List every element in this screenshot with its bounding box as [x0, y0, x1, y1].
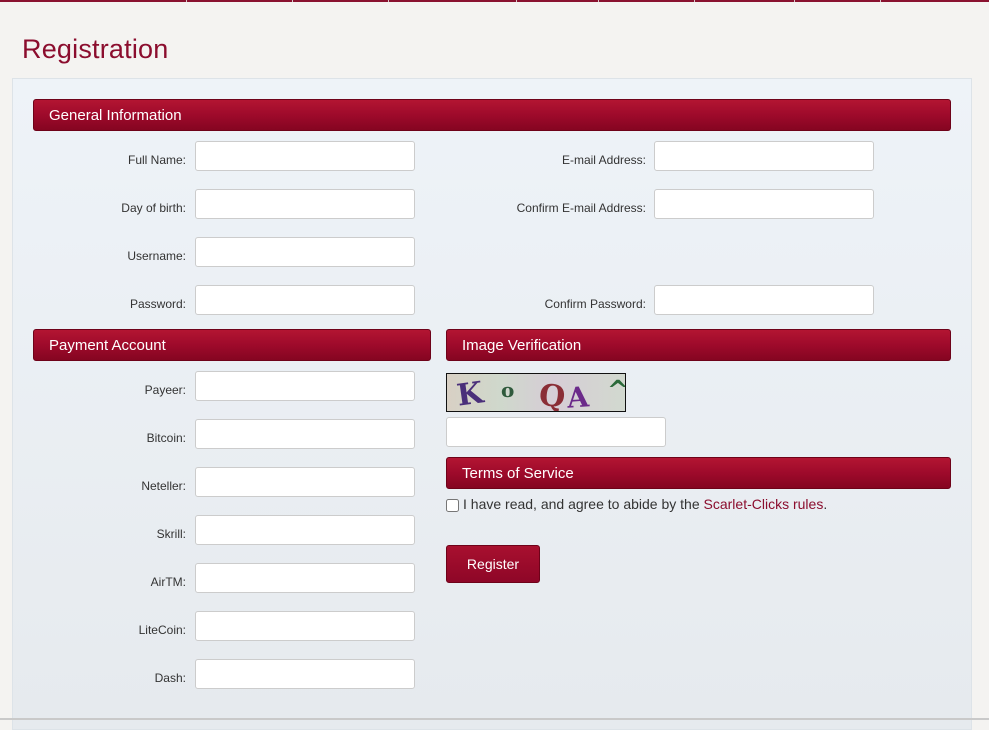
bitcoin-label: Bitcoin: [146, 431, 186, 445]
litecoin-label: LiteCoin: [138, 623, 186, 637]
captcha-char: K [454, 375, 486, 412]
captcha-char: o [501, 378, 515, 402]
day-of-birth-input[interactable] [195, 189, 415, 219]
dash-input[interactable] [195, 659, 415, 689]
username-label: Username: [127, 249, 186, 263]
payeer-label: Payeer: [144, 383, 186, 397]
password-label: Password: [129, 297, 186, 311]
agree-text: I have read, and agree to abide by the [463, 496, 700, 512]
skrill-input[interactable] [195, 515, 415, 545]
captcha-char: ^ [607, 376, 625, 406]
captcha-char: Q [537, 377, 567, 412]
password-input[interactable] [195, 285, 415, 315]
airtm-input[interactable] [195, 563, 415, 593]
captcha-input[interactable] [446, 417, 666, 447]
general-information-header: General Information [33, 99, 951, 131]
terms-agreement: I have read, and agree to abide by the S… [446, 496, 827, 512]
bitcoin-input[interactable] [195, 419, 415, 449]
airtm-label: AirTM: [150, 575, 186, 589]
top-accent-bar [0, 0, 989, 2]
full-name-input[interactable] [195, 141, 415, 171]
litecoin-input[interactable] [195, 611, 415, 641]
rules-link[interactable]: Scarlet-Clicks rules [704, 496, 824, 512]
agree-checkbox[interactable] [446, 498, 459, 512]
skrill-label: Skrill: [156, 527, 186, 541]
full-name-label: Full Name: [127, 153, 186, 167]
payeer-input[interactable] [195, 371, 415, 401]
confirm-email-input[interactable] [654, 189, 874, 219]
page-title: Registration [22, 34, 169, 64]
image-verification-header: Image Verification [446, 329, 951, 361]
email-input[interactable] [654, 141, 874, 171]
payment-account-header: Payment Account [33, 329, 431, 361]
day-of-birth-label: Day of birth: [121, 201, 186, 215]
agree-period: . [823, 496, 828, 512]
captcha-char: A [565, 380, 590, 412]
captcha-image: K o Q A ^ [446, 373, 626, 412]
register-button[interactable]: Register [446, 545, 540, 583]
confirm-email-label: Confirm E-mail Address: [516, 201, 646, 215]
neteller-label: Neteller: [141, 479, 186, 493]
neteller-input[interactable] [195, 467, 415, 497]
dash-label: Dash: [154, 671, 186, 685]
username-input[interactable] [195, 237, 415, 267]
email-label: E-mail Address: [561, 153, 646, 167]
confirm-password-input[interactable] [654, 285, 874, 315]
confirm-password-label: Confirm Password: [544, 297, 646, 311]
terms-of-service-header: Terms of Service [446, 457, 951, 489]
